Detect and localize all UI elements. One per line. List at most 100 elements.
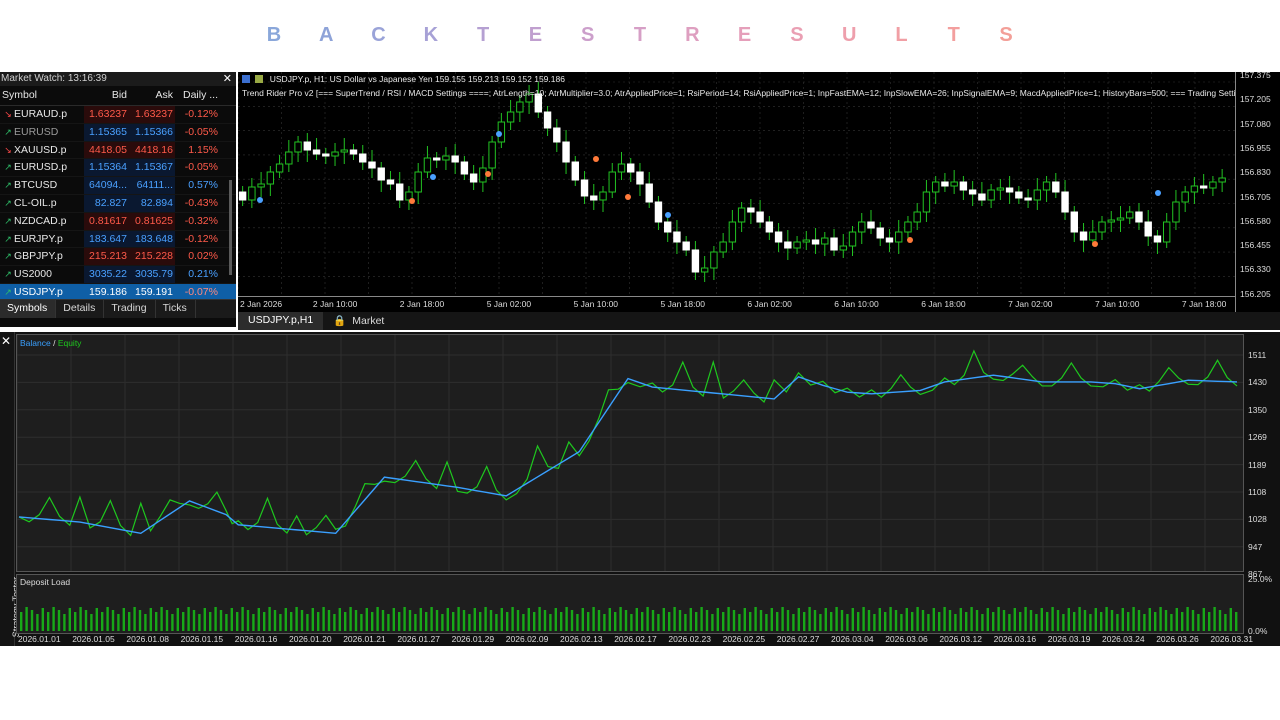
deposit-load-bar — [317, 612, 320, 631]
ask-cell: 183.648 — [129, 230, 175, 248]
scrollbar[interactable] — [229, 180, 232, 275]
deposit-axis-max: 25.0% — [1248, 574, 1273, 584]
column-daily[interactable]: Daily ... — [175, 86, 222, 105]
candle-body — [562, 141, 570, 163]
bid-cell: 64094... — [84, 177, 129, 194]
symbol-row[interactable]: ↗ GBPJPY.p 215.213 215.228 0.02% — [0, 248, 236, 267]
signal-buy-marker — [1155, 190, 1161, 196]
tab-market[interactable]: 🔒 Market — [323, 312, 394, 330]
bid-cell: 1.15364 — [84, 159, 129, 177]
symbol-row[interactable]: ↗ EURUSD.p 1.15364 1.15367 -0.05% — [0, 159, 236, 178]
deposit-load-bar — [689, 608, 692, 631]
strategy-tester: ✕ Strategy Tester Balance / Equity 1511 1… — [0, 332, 1280, 646]
deposit-load-bar — [1159, 607, 1162, 631]
symbol-row[interactable]: ↗ EURUSD 1.15365 1.15366 -0.05% — [0, 123, 236, 142]
candle-body — [811, 239, 820, 245]
deposit-load-bar — [52, 607, 55, 631]
deposit-load-bar — [90, 614, 93, 631]
symbol-row[interactable]: ↗ BTCUSD 64094... 64111... 0.57% — [0, 177, 236, 195]
deposit-load-bar — [241, 607, 244, 631]
symbol-row[interactable]: ↗ NZDCAD.p 0.81617 0.81625 -0.32% — [0, 212, 236, 231]
column-bid[interactable]: Bid — [84, 86, 129, 105]
symbol-row[interactable]: ↗ EURJPY.p 183.647 183.648 -0.12% — [0, 230, 236, 249]
balance-equity-graph[interactable]: Balance / Equity — [16, 334, 1244, 572]
date-tick-label: 2026.01.20 — [289, 634, 332, 644]
candle-body — [275, 163, 284, 173]
deposit-load-bar — [187, 607, 190, 631]
candle-body — [331, 151, 339, 157]
deposit-load-bar — [219, 610, 223, 631]
deposit-load-bar — [171, 614, 174, 631]
time-axis: 2 Jan 2026 2 Jan 10:00 2 Jan 18:00 5 Jan 02… — [238, 296, 1236, 313]
ask-cell: 1.15367 — [129, 159, 175, 177]
tab-details[interactable]: Details — [56, 300, 105, 318]
candle-body — [553, 127, 561, 143]
deposit-load-bar — [851, 608, 854, 631]
close-icon[interactable]: ✕ — [223, 72, 232, 86]
deposit-load-bar — [198, 614, 201, 631]
banner-letter: S — [581, 23, 595, 46]
ask-cell: 1.63237 — [129, 106, 175, 123]
deposit-load-bar — [473, 608, 476, 631]
close-icon[interactable]: ✕ — [1, 334, 11, 348]
deposit-load-bar — [349, 607, 352, 631]
price-tick-label: 157.080 — [1240, 118, 1271, 129]
deposit-load-bar — [230, 608, 233, 631]
deposit-load-bar — [835, 607, 838, 631]
symbol-row[interactable]: ↘ XAUUSD.p 4418.05 4418.16 1.15% — [0, 141, 236, 160]
deposit-load-bar — [36, 614, 39, 631]
deposit-load-bar — [527, 608, 530, 631]
column-ask[interactable]: Ask — [129, 86, 175, 105]
date-tick-label: 2026.01.08 — [126, 634, 169, 644]
symbol-name: NZDCAD.p — [14, 214, 67, 227]
deposit-load-bar — [1067, 608, 1070, 631]
bid-cell: 4418.05 — [84, 141, 129, 159]
candlestick-plot[interactable] — [238, 72, 1236, 296]
market-watch-time: Market Watch: 13:16:39 — [1, 73, 107, 84]
deposit-load-bar — [452, 612, 455, 631]
candle-body — [303, 141, 312, 151]
deposit-load-bar — [921, 610, 925, 631]
symbol-row[interactable]: ↘ EURAUD.p 1.63237 1.63237 -0.12% — [0, 106, 236, 124]
deposit-load-bar — [225, 614, 228, 631]
candle-body — [700, 267, 709, 273]
deposit-load-bar — [327, 610, 331, 631]
deposit-load-bar — [392, 608, 395, 631]
deposit-load-bar — [95, 608, 98, 631]
deposit-load-bar — [754, 607, 757, 631]
deposit-load-bar — [441, 614, 444, 631]
deposit-load-bar — [203, 608, 206, 631]
deposit-load-bar — [419, 608, 422, 631]
tab-usdjpy-h1[interactable]: USDJPY.p,H1 — [238, 312, 324, 330]
deposit-load-bar — [873, 614, 876, 631]
candle-body — [802, 239, 811, 243]
candle-body — [737, 207, 746, 223]
price-chart[interactable]: USDJPY.p, H1: US Dollar vs Japanese Yen … — [238, 70, 1280, 313]
date-tick-label: 2026.01.15 — [180, 634, 224, 644]
deposit-load-bar — [1213, 607, 1216, 631]
deposit-load-bar — [365, 608, 368, 631]
tab-ticks[interactable]: Ticks — [156, 300, 196, 318]
deposit-load-bar — [1040, 608, 1043, 631]
candle-body — [867, 221, 875, 229]
price-tick-label: 156.205 — [1240, 288, 1271, 299]
symbol-row[interactable]: ↗ US2000 3035.22 3035.79 0.21% — [0, 266, 236, 284]
deposit-load-graph[interactable]: Deposit Load — [16, 574, 1244, 634]
bid-cell: 1.63237 — [84, 106, 129, 123]
tester-sidebar: ✕ Strategy Tester — [0, 332, 21, 646]
tab-trading[interactable]: Trading — [104, 300, 156, 318]
candle-body — [710, 251, 718, 269]
symbol-row[interactable]: ↗ CL-OIL.p 82.827 82.894 -0.43% — [0, 194, 236, 213]
deposit-load-bar — [360, 614, 363, 631]
daily-change-cell: 1.15% — [188, 143, 218, 156]
deposit-load-bar — [63, 614, 66, 631]
legend-separator: / — [50, 338, 58, 348]
deposit-load-bar — [344, 612, 347, 631]
deposit-load-bar — [1197, 614, 1200, 631]
deposit-load-bar — [1186, 607, 1189, 631]
date-tick-label: 2026.03.12 — [939, 634, 982, 644]
column-symbol[interactable]: Symbol — [0, 86, 84, 105]
deposit-load-bar — [786, 610, 790, 631]
deposit-load-bar — [905, 608, 908, 631]
tab-symbols[interactable]: Symbols — [0, 300, 57, 318]
